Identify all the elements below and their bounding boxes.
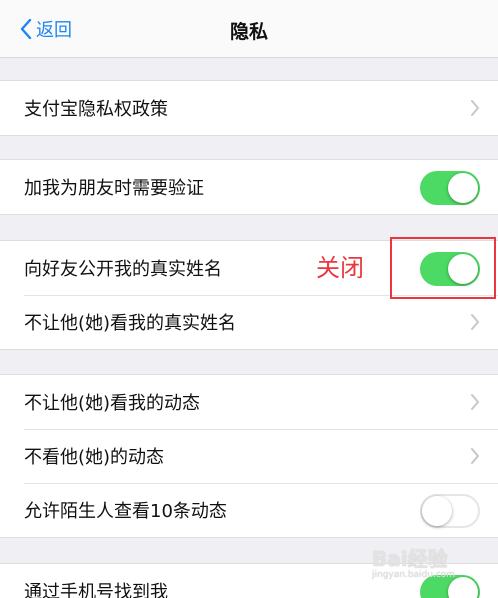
row-hide-my-moments[interactable]: 不让他(她)看我的动态: [0, 375, 498, 429]
row-label: 不让他(她)看我的真实姓名: [24, 313, 237, 334]
annotation-label: 关闭: [316, 254, 364, 282]
row-label: 不看他(她)的动态: [24, 447, 165, 468]
row-hide-their-moments[interactable]: 不看他(她)的动态: [0, 429, 498, 483]
row-alipay-privacy-policy[interactable]: 支付宝隐私权政策: [0, 81, 498, 135]
page-title: 隐私: [229, 21, 268, 43]
row-label: 加我为朋友时需要验证: [24, 178, 204, 199]
toggle-knob: [448, 173, 478, 203]
toggle-knob: [422, 496, 452, 526]
nav-bar: 返回 隐私: [0, 0, 498, 58]
annotation-highlight-box: [390, 237, 496, 299]
settings-group-verification: 加我为朋友时需要验证: [0, 159, 498, 215]
row-hide-real-name[interactable]: 不让他(她)看我的真实姓名: [0, 295, 498, 349]
row-stranger-moments: 允许陌生人查看10条动态: [0, 483, 498, 537]
chevron-right-icon: [471, 100, 479, 116]
chevron-right-icon: [471, 314, 479, 330]
row-friend-verification: 加我为朋友时需要验证: [0, 160, 498, 214]
row-label: 不让他(她)看我的动态: [24, 393, 201, 414]
chevron-right-icon: [471, 448, 479, 464]
row-label: 通过手机号找到我: [24, 582, 168, 598]
row-label: 允许陌生人查看10条动态: [24, 501, 227, 522]
settings-group-moments: 不让他(她)看我的动态 不看他(她)的动态 允许陌生人查看10条动态: [0, 374, 498, 538]
watermark-text: Bai经验: [372, 547, 448, 571]
settings-group-policy: 支付宝隐私权政策: [0, 80, 498, 136]
row-label: 向好友公开我的真实姓名: [24, 259, 222, 280]
friend-verification-toggle[interactable]: [420, 171, 480, 205]
stranger-moments-toggle[interactable]: [420, 494, 480, 528]
chevron-right-icon: [471, 394, 479, 410]
watermark-logo: Bai经验 jingyan.baidu.com: [372, 548, 492, 592]
row-label: 支付宝隐私权政策: [24, 99, 168, 120]
watermark-subtext: jingyan.baidu.com: [372, 570, 456, 580]
